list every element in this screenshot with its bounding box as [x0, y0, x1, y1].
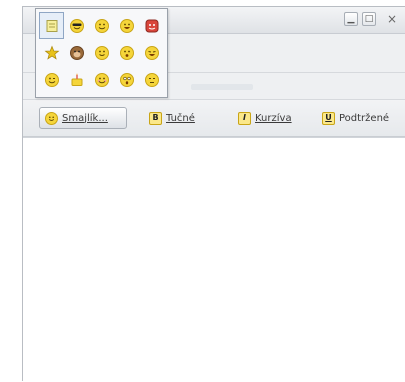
- laugh-icon[interactable]: [139, 39, 164, 66]
- shocked-icon[interactable]: [114, 66, 139, 93]
- smiley-button-label: Smajlík...: [62, 112, 108, 124]
- smiley-icon: [45, 111, 58, 125]
- devil-icon[interactable]: [139, 12, 164, 39]
- italic-button[interactable]: I Kurzíva: [233, 107, 297, 129]
- emoticon-picker: [35, 8, 168, 98]
- tab-placeholder: [191, 84, 253, 90]
- underline-icon: U: [322, 111, 335, 125]
- monkey-icon[interactable]: [64, 39, 89, 66]
- format-toolbar: Smajlík... B Tučné I Kurzíva U Podtržené: [23, 99, 405, 137]
- close-button[interactable]: ×: [385, 12, 399, 26]
- text-editor-area[interactable]: [23, 137, 405, 382]
- bold-button[interactable]: B Tučné: [144, 107, 200, 129]
- wink-icon[interactable]: [39, 66, 64, 93]
- bold-button-label: Tučné: [166, 112, 195, 124]
- italic-button-label: Kurzíva: [255, 112, 292, 124]
- surprised-icon[interactable]: [114, 39, 139, 66]
- emoticon-grid: [39, 12, 164, 93]
- underline-button-label: Podtržené: [339, 112, 390, 124]
- blush-icon[interactable]: [89, 66, 114, 93]
- happy-icon[interactable]: [89, 39, 114, 66]
- smiley-button[interactable]: Smajlík...: [39, 107, 127, 129]
- bold-icon: B: [149, 111, 162, 125]
- sleepy-icon[interactable]: [139, 66, 164, 93]
- grin-icon[interactable]: [114, 12, 139, 39]
- note-icon[interactable]: [39, 12, 64, 39]
- cake-icon[interactable]: [64, 66, 89, 93]
- minimize-button[interactable]: ▁: [344, 12, 358, 26]
- star-icon[interactable]: [39, 39, 64, 66]
- underline-button[interactable]: U Podtržené: [317, 107, 394, 129]
- maximize-button[interactable]: □: [362, 12, 376, 26]
- smile-icon[interactable]: [89, 12, 114, 39]
- cool-sunglasses-icon[interactable]: [64, 12, 89, 39]
- italic-icon: I: [238, 111, 251, 125]
